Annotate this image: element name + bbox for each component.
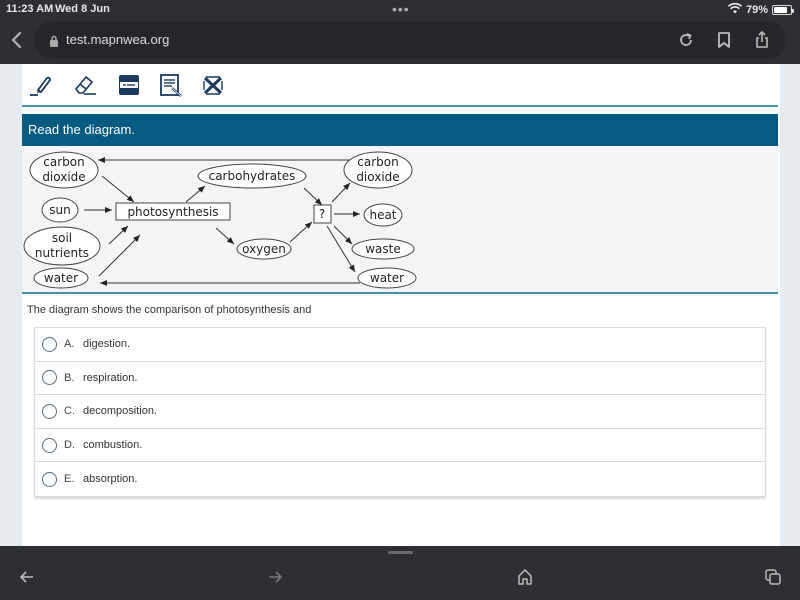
home-indicator[interactable]: [388, 551, 413, 554]
question-stem: The diagram shows the comparison of phot…: [27, 304, 312, 316]
url-text[interactable]: test.mapnwea.org: [66, 32, 169, 47]
node-carbon-dioxide-out: carbon dioxide: [343, 151, 413, 189]
status-indicators: 79%: [727, 2, 794, 17]
svg-text:?: ?: [319, 207, 325, 221]
choice-d[interactable]: D. combustion.: [35, 429, 765, 463]
radio-button[interactable]: [42, 370, 57, 386]
back-chevron-icon[interactable]: [10, 30, 26, 50]
web-page: Read the diagram. carbon dioxide sun soi…: [0, 64, 800, 546]
arrow-oxygen-to-unknown: [289, 221, 313, 243]
back-arrow-icon[interactable]: [18, 568, 36, 586]
arrow-soil-to-photosynthesis: [108, 225, 129, 245]
choice-letter: B.: [64, 371, 75, 384]
choice-letter: A.: [64, 338, 75, 351]
node-water-out: water: [357, 267, 417, 289]
bookmark-icon[interactable]: [716, 31, 732, 49]
choice-letter: E.: [64, 473, 75, 486]
test-content: Read the diagram. carbon dioxide sun soi…: [22, 64, 780, 546]
arrow-water-to-photosynthesis: [98, 234, 141, 277]
multitasking-dots[interactable]: •••: [392, 1, 410, 17]
radio-button[interactable]: [42, 471, 57, 487]
node-sun: sun: [41, 197, 79, 223]
arrow-co2-to-photosynthesis: [101, 175, 135, 203]
node-photosynthesis: photosynthesis: [115, 202, 231, 221]
node-carbohydrates: carbohydrates: [197, 163, 307, 189]
status-time: 11:23 AM: [6, 3, 54, 15]
choice-b[interactable]: B. respiration.: [35, 362, 765, 396]
battery-percent: 79%: [745, 4, 768, 16]
highlighter-icon[interactable]: [28, 72, 54, 98]
svg-text:photosynthesis: photosynthesis: [127, 205, 218, 219]
svg-text:water: water: [370, 271, 404, 285]
right-gutter: [780, 64, 798, 546]
line-reader-icon[interactable]: [116, 72, 142, 98]
status-date: Wed 8 Jun: [55, 3, 110, 15]
tabs-icon[interactable]: [764, 568, 782, 586]
svg-text:carbohydrates: carbohydrates: [209, 169, 296, 183]
choice-a[interactable]: A. digestion.: [35, 328, 765, 362]
choice-text: respiration.: [83, 371, 138, 384]
wifi-icon: [727, 2, 743, 17]
arrow-photosynthesis-to-carbohydrates: [185, 185, 206, 203]
toolbar-divider: [22, 105, 778, 107]
share-icon[interactable]: [754, 30, 770, 49]
svg-text:dioxide: dioxide: [356, 170, 399, 184]
eraser-icon[interactable]: [72, 72, 98, 98]
browser-toolbar: test.mapnwea.org: [0, 20, 800, 60]
svg-text:sun: sun: [49, 203, 70, 217]
choice-c[interactable]: C. decomposition.: [35, 395, 765, 429]
home-icon[interactable]: [516, 568, 534, 586]
svg-text:heat: heat: [369, 208, 396, 222]
node-heat: heat: [363, 203, 403, 227]
status-bar: 11:23 AM Wed 8 Jun ••• 79%: [0, 0, 800, 20]
reload-icon[interactable]: [678, 31, 694, 49]
svg-text:waste: waste: [365, 242, 401, 256]
lock-icon: [49, 34, 59, 52]
radio-button[interactable]: [42, 336, 57, 352]
test-toolbar: [22, 64, 780, 105]
node-carbon-dioxide-in: carbon dioxide: [29, 151, 99, 189]
choice-letter: C.: [64, 405, 75, 418]
svg-text:oxygen: oxygen: [242, 242, 286, 256]
choice-text: decomposition.: [83, 405, 157, 418]
address-bar[interactable]: test.mapnwea.org: [34, 21, 786, 59]
answer-eliminator-icon[interactable]: [200, 72, 226, 98]
choice-e[interactable]: E. absorption.: [35, 462, 765, 496]
svg-text:carbon: carbon: [43, 155, 84, 169]
svg-text:water: water: [44, 271, 78, 285]
answer-choices: A. digestion. B. respiration. C. decompo…: [34, 327, 766, 497]
browser-bottom-bar: [0, 546, 800, 600]
choice-text: absorption.: [83, 473, 138, 486]
notepad-icon[interactable]: [158, 72, 184, 98]
node-water-in: water: [33, 267, 89, 289]
choice-text: combustion.: [83, 439, 143, 452]
choice-letter: D.: [64, 439, 75, 452]
node-unknown-process: ?: [313, 204, 332, 224]
photosynthesis-diagram: carbon dioxide sun soil nutrients water: [22, 146, 778, 294]
svg-text:dioxide: dioxide: [42, 170, 85, 184]
prompt-banner: Read the diagram.: [22, 114, 778, 146]
node-soil-nutrients: soil nutrients: [23, 226, 101, 266]
radio-button[interactable]: [42, 437, 57, 453]
battery-level: [774, 7, 787, 13]
radio-button[interactable]: [42, 403, 57, 419]
svg-text:nutrients: nutrients: [35, 246, 89, 260]
arrow-carbohydrates-to-unknown: [303, 187, 323, 206]
node-waste: waste: [351, 238, 415, 260]
arrow-photosynthesis-to-oxygen: [215, 227, 235, 245]
svg-text:carbon: carbon: [357, 155, 398, 169]
forward-arrow-icon[interactable]: [266, 568, 284, 586]
battery-icon: [772, 5, 794, 15]
url-actions: [678, 30, 770, 49]
choice-text: digestion.: [83, 338, 131, 351]
node-oxygen: oxygen: [236, 238, 292, 260]
svg-text:soil: soil: [52, 231, 72, 245]
arrow-unknown-to-co2: [331, 182, 351, 203]
